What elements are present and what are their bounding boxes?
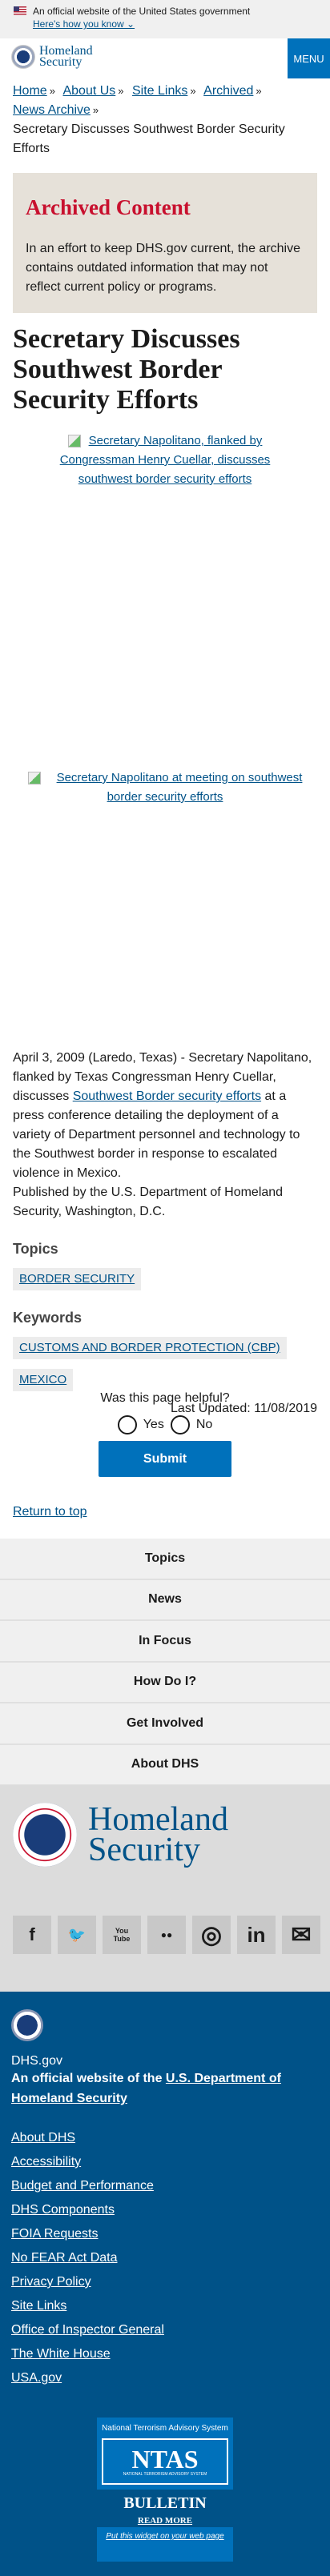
- return-to-top-link[interactable]: Return to top: [13, 1505, 87, 1519]
- logo-line2: Security: [88, 1832, 200, 1868]
- dhs-logo[interactable]: Homeland Security: [11, 45, 93, 69]
- dhs-seal-icon: [11, 2009, 43, 2041]
- footer-site-name: DHS.gov: [11, 2054, 63, 2068]
- southwest-border-link[interactable]: Southwest Border security efforts: [73, 1089, 261, 1103]
- breadcrumb-site-links[interactable]: Site Links: [132, 84, 187, 98]
- breadcrumb-about-us[interactable]: About Us: [62, 84, 115, 98]
- footer-link[interactable]: No FEAR Act Data: [11, 2246, 319, 2270]
- menu-button[interactable]: MENU: [288, 38, 330, 78]
- article-body: April 3, 2009 (Laredo, Texas) - Secretar…: [13, 1049, 317, 1418]
- footer-link[interactable]: FOIA Requests: [11, 2222, 319, 2246]
- site-footer: DHS.gov An official website of the U.S. …: [0, 1992, 330, 2576]
- broken-image-icon: [67, 435, 81, 447]
- keyword-tag[interactable]: CUSTOMS AND BORDER PROTECTION (CBP): [13, 1337, 287, 1359]
- image-2: Secretary Napolitano at meeting on south…: [0, 768, 330, 807]
- footer-link[interactable]: Site Links: [11, 2294, 319, 2318]
- logo-line2: Security: [39, 55, 82, 69]
- gov-banner-text: An official website of the United States…: [33, 6, 251, 17]
- linkedin-icon[interactable]: in: [237, 1916, 276, 1954]
- ntas-widget-link[interactable]: Put this widget on your web page: [106, 2532, 223, 2541]
- nav-about-dhs[interactable]: About DHS: [0, 1744, 330, 1786]
- archived-text: In an effort to keep DHS.gov current, th…: [26, 242, 300, 294]
- heres-how-you-know-link[interactable]: Here's how you know ⌄: [33, 18, 330, 30]
- site-header: Homeland Security MENU: [0, 38, 330, 78]
- feedback-question: Was this page helpful?: [100, 1391, 230, 1405]
- footer-link[interactable]: Privacy Policy: [11, 2270, 319, 2294]
- keyword-tag[interactable]: MEXICO: [13, 1369, 74, 1391]
- ntas-title: National Terrorism Advisory System: [102, 2424, 228, 2433]
- breadcrumb: Home» About Us» Site Links» Archived» Ne…: [0, 82, 330, 158]
- nav-news[interactable]: News: [0, 1579, 330, 1621]
- nav-how-do-i[interactable]: How Do I?: [0, 1662, 330, 1703]
- social-links: f 🐦 You Tube ●● ◎ in ✉: [13, 1916, 320, 1954]
- twitter-icon[interactable]: 🐦: [58, 1916, 96, 1954]
- topic-tag[interactable]: BORDER SECURITY: [13, 1268, 142, 1290]
- facebook-icon[interactable]: f: [13, 1916, 51, 1954]
- breadcrumb-sep: »: [92, 104, 99, 116]
- breadcrumb-sep: »: [49, 85, 55, 97]
- footer-link[interactable]: Budget and Performance: [11, 2174, 319, 2198]
- nav-in-focus[interactable]: In Focus: [0, 1621, 330, 1663]
- footer-logo-area: Homeland Security f 🐦 You Tube ●● ◎ in ✉: [0, 1785, 330, 1992]
- dhs-20-years-seal-icon: [13, 1803, 77, 1867]
- instagram-icon[interactable]: ◎: [192, 1916, 231, 1954]
- page-title: Secretary Discusses Southwest Border Sec…: [13, 324, 240, 415]
- image-1: Secretary Napolitano, flanked by Congres…: [0, 431, 330, 489]
- nav-get-involved[interactable]: Get Involved: [0, 1703, 330, 1745]
- dhs-seal-icon: [11, 45, 35, 69]
- topics-heading: Topics: [13, 1241, 58, 1257]
- breadcrumb-sep: »: [256, 85, 262, 97]
- text: An official website of the: [11, 2072, 166, 2085]
- footer-links: About DHS Accessibility Budget and Perfo…: [11, 2126, 319, 2390]
- footer-link[interactable]: DHS Components: [11, 2198, 319, 2222]
- image-2-link[interactable]: Secretary Napolitano at meeting on south…: [57, 771, 303, 804]
- ntas-bulletin: BULLETIN: [123, 2494, 207, 2512]
- footer-link[interactable]: About DHS: [11, 2126, 319, 2150]
- no-label: No: [195, 1418, 213, 1431]
- ntas-logo-text: NTAS: [131, 2445, 199, 2474]
- keywords-heading: Keywords: [13, 1310, 82, 1326]
- gov-banner: An official website of the United States…: [0, 0, 330, 38]
- article-paragraph: April 3, 2009 (Laredo, Texas) - Secretar…: [13, 1049, 317, 1183]
- ntas-logo-sub: NATIONAL TERRORISM ADVISORY SYSTEM: [123, 2472, 207, 2477]
- yes-label: Yes: [143, 1418, 164, 1431]
- flickr-icon[interactable]: ●●: [147, 1916, 186, 1954]
- image-1-link[interactable]: Secretary Napolitano, flanked by Congres…: [60, 434, 271, 486]
- footer-link[interactable]: The White House: [11, 2342, 319, 2366]
- breadcrumb-news-archive[interactable]: News Archive: [13, 103, 91, 117]
- breadcrumb-current: Secretary Discusses Southwest Border Sec…: [13, 122, 285, 155]
- us-flag-icon: [14, 6, 26, 15]
- footer-official: An official website of the U.S. Departme…: [11, 2068, 319, 2109]
- nav-topics[interactable]: Topics: [0, 1539, 330, 1580]
- ntas-widget: National Terrorism Advisory System NTAS …: [97, 2418, 233, 2562]
- feedback-form: Was this page helpful? Yes No Submit: [0, 1391, 330, 1477]
- footer-dhs-logo[interactable]: Homeland Security: [13, 1803, 228, 1867]
- youtube-icon[interactable]: You Tube: [103, 1916, 141, 1954]
- ntas-read-more-link[interactable]: READ MORE: [138, 2516, 192, 2526]
- footer-link[interactable]: USA.gov: [11, 2366, 319, 2390]
- archived-notice: Archived Content In an effort to keep DH…: [13, 173, 317, 313]
- breadcrumb-sep: »: [190, 85, 196, 97]
- ntas-logo[interactable]: NTAS NATIONAL TERRORISM ADVISORY SYSTEM: [102, 2438, 228, 2485]
- no-radio[interactable]: [170, 1415, 190, 1434]
- breadcrumb-home[interactable]: Home: [13, 84, 47, 98]
- footer-nav: Topics News In Focus How Do I? Get Invol…: [0, 1539, 330, 1786]
- published-by: Published by the U.S. Department of Home…: [13, 1186, 284, 1218]
- breadcrumb-archived[interactable]: Archived: [203, 84, 253, 98]
- email-icon[interactable]: ✉: [282, 1916, 320, 1954]
- submit-button[interactable]: Submit: [99, 1441, 231, 1477]
- archived-title: Archived Content: [26, 195, 191, 219]
- footer-link[interactable]: Office of Inspector General: [11, 2318, 319, 2342]
- yes-radio[interactable]: [117, 1415, 137, 1434]
- breadcrumb-sep: »: [118, 85, 124, 97]
- footer-link[interactable]: Accessibility: [11, 2150, 319, 2174]
- broken-image-icon: [27, 772, 41, 784]
